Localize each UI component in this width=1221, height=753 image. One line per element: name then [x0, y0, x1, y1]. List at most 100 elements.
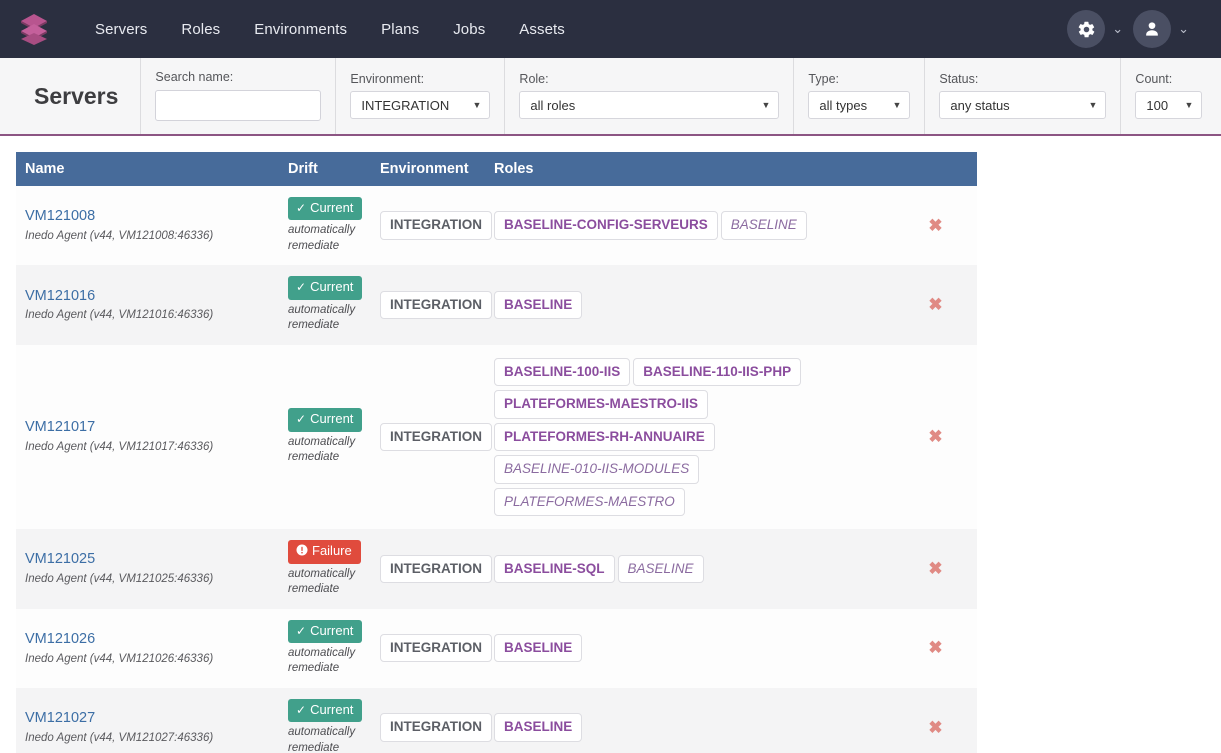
server-name-link[interactable]: VM121016	[16, 287, 288, 306]
server-name-link[interactable]: VM121008	[16, 207, 288, 226]
cell-delete: ✖	[894, 529, 977, 608]
nav-link-assets[interactable]: Assets	[502, 21, 582, 38]
environment-chip[interactable]: INTEGRATION	[380, 554, 492, 584]
server-name-link[interactable]: VM121025	[16, 550, 288, 569]
status-badge-label: Current	[310, 279, 354, 295]
role-chip[interactable]: BASELINE-SQL	[494, 554, 615, 584]
server-agent-info: Inedo Agent (v44, VM121017:46336)	[25, 441, 214, 454]
role-chip[interactable]: BASELINE-110-IIS-PHP	[633, 357, 802, 387]
check-icon: ✓	[296, 702, 307, 717]
cell-drift: ✓ Current automatically remediate	[288, 345, 380, 530]
cell-drift: ✓ Current automatically remediate	[288, 186, 380, 265]
cell-drift: Failure automatically remediate	[288, 529, 380, 608]
delete-server-icon[interactable]: ✖	[894, 427, 977, 447]
role-chip-inherited[interactable]: BASELINE	[720, 211, 807, 240]
server-name-link[interactable]: VM121027	[16, 709, 288, 728]
environment-value: INTEGRATION	[361, 97, 450, 113]
delete-server-icon[interactable]: ✖	[894, 638, 977, 658]
role-chip[interactable]: BASELINE	[494, 713, 583, 742]
status-select[interactable]: any status ▼	[939, 91, 1107, 120]
cell-server-name: VM121026 Inedo Agent (v44, VM121026:46336…	[16, 609, 288, 688]
environment-chip[interactable]: INTEGRATION	[380, 422, 492, 452]
environment-chip[interactable]: INTEGRATION	[380, 633, 492, 663]
layers-hexagon-logo[interactable]	[16, 11, 52, 47]
status-badge-label: Current	[310, 701, 354, 717]
chevron-down-icon: ▼	[761, 100, 771, 111]
status-badge[interactable]: ✓ Current	[288, 276, 363, 300]
filter-group-search: Search name:	[140, 58, 335, 134]
table-body: VM121008 Inedo Agent (v44, VM121008:46336…	[16, 186, 977, 753]
filter-group-role: Role: all roles ▼	[504, 58, 793, 134]
role-label: Role:	[519, 71, 549, 86]
column-header-name[interactable]: Name	[16, 152, 288, 186]
role-chip-inherited[interactable]: BASELINE	[617, 554, 704, 584]
count-label: Count:	[1135, 71, 1173, 86]
environment-chip[interactable]: INTEGRATION	[380, 713, 492, 742]
remediate-note: automatically remediate	[288, 435, 356, 464]
remediate-note: automatically remediate	[288, 303, 356, 332]
server-name-link[interactable]: VM121026	[16, 630, 288, 649]
type-select[interactable]: all types ▼	[808, 91, 911, 120]
role-chip[interactable]: BASELINE-CONFIG-SERVEURS	[494, 211, 718, 240]
role-select[interactable]: all roles ▼	[519, 91, 780, 120]
page-title: Servers	[34, 82, 119, 109]
column-header-environment[interactable]: Environment	[380, 152, 494, 186]
role-chip[interactable]: PLATEFORMES-RH-ANNUAIRE	[494, 422, 715, 452]
user-chevron-down-icon[interactable]: ⌄	[1178, 21, 1189, 37]
nav-link-plans[interactable]: Plans	[364, 21, 436, 38]
delete-server-icon[interactable]: ✖	[894, 216, 977, 236]
user-menu-button[interactable]	[1133, 10, 1172, 48]
status-badge-label: Current	[310, 622, 354, 638]
role-chip[interactable]: BASELINE	[494, 290, 583, 320]
chevron-down-icon: ▼	[1088, 100, 1098, 111]
environment-chip[interactable]: INTEGRATION	[380, 290, 492, 320]
environment-select[interactable]: INTEGRATION ▼	[350, 91, 491, 120]
check-icon: ✓	[296, 412, 307, 427]
nav-link-roles[interactable]: Roles	[164, 21, 237, 38]
cell-server-name: VM121008 Inedo Agent (v44, VM121008:46336…	[16, 186, 288, 265]
column-header-roles[interactable]: Roles	[494, 152, 894, 186]
delete-server-icon[interactable]: ✖	[894, 295, 977, 315]
table-row: VM121026 Inedo Agent (v44, VM121026:46336…	[16, 608, 977, 688]
nav-link-environments[interactable]: Environments	[237, 21, 364, 38]
role-chip[interactable]: BASELINE	[494, 633, 583, 663]
status-badge-label: Current	[310, 411, 354, 427]
cell-environment: INTEGRATION	[380, 609, 494, 688]
nav-links: Servers Roles Environments Plans Jobs As…	[78, 21, 582, 38]
column-header-actions	[894, 152, 977, 186]
remediate-note: automatically remediate	[288, 567, 356, 596]
table-row: VM121027 Inedo Agent (v44, VM121027:46336…	[16, 687, 977, 753]
table-head: Name Drift Environment Roles	[16, 152, 977, 186]
check-icon: ✓	[296, 280, 307, 295]
nav-link-servers[interactable]: Servers	[78, 21, 164, 38]
role-value: all roles	[530, 97, 576, 113]
delete-server-icon[interactable]: ✖	[894, 718, 977, 738]
cell-delete: ✖	[894, 345, 977, 530]
server-name-link[interactable]: VM121017	[16, 418, 288, 437]
status-badge[interactable]: ✓ Current	[288, 619, 363, 643]
role-chip-inherited[interactable]: BASELINE-010-IIS-MODULES	[494, 455, 700, 484]
count-select[interactable]: 100 ▼	[1135, 91, 1203, 120]
nav-link-jobs[interactable]: Jobs	[436, 21, 502, 38]
role-chip-inherited[interactable]: PLATEFORMES-MAESTRO	[494, 487, 685, 517]
status-badge[interactable]: ✓ Current	[288, 698, 363, 723]
status-badge[interactable]: Failure	[288, 540, 361, 564]
delete-server-icon[interactable]: ✖	[894, 559, 977, 579]
cell-roles: BASELINE	[494, 265, 894, 344]
table-row: VM121025 Inedo Agent (v44, VM121025:46336…	[16, 529, 977, 609]
type-value: all types	[819, 97, 868, 113]
server-agent-info: Inedo Agent (v44, VM121027:46336)	[25, 731, 214, 744]
column-header-drift[interactable]: Drift	[288, 152, 380, 186]
settings-chevron-down-icon[interactable]: ⌄	[1112, 21, 1123, 37]
settings-button[interactable]	[1067, 10, 1106, 48]
status-badge[interactable]: ✓ Current	[288, 197, 363, 221]
cell-server-name: VM121017 Inedo Agent (v44, VM121017:46336…	[16, 345, 288, 530]
role-chip[interactable]: BASELINE-100-IIS	[494, 357, 631, 387]
cell-drift: ✓ Current automatically remediate	[288, 609, 380, 688]
search-input[interactable]	[155, 89, 322, 121]
status-badge[interactable]: ✓ Current	[288, 408, 363, 432]
role-chip[interactable]: PLATEFORMES-MAESTRO-IIS	[494, 390, 708, 419]
nav-right-controls: ⌄ ⌄	[1067, 0, 1199, 58]
servers-table-container: Name Drift Environment Roles VM121008 Ine…	[0, 136, 1221, 753]
environment-chip[interactable]: INTEGRATION	[380, 211, 492, 240]
